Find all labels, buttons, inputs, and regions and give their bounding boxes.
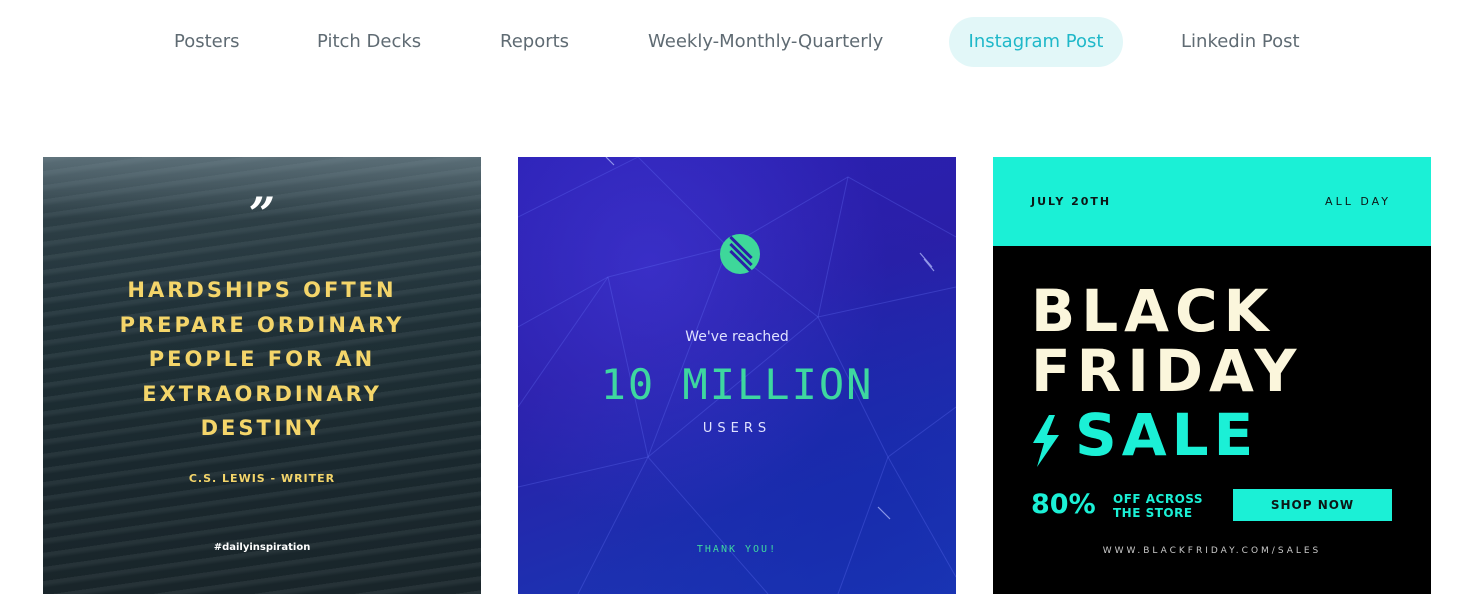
offer-line: THE STORE <box>1113 506 1193 520</box>
tab-reports[interactable]: Reports <box>500 17 569 67</box>
template-card-black-friday[interactable]: JULY 20TH ALL DAY BLACK FRIDAY SALE 80% … <box>993 157 1431 594</box>
milestone-unit: USERS <box>702 421 772 436</box>
headline-line: FRIDAY <box>1031 337 1303 405</box>
sale-duration: ALL DAY <box>1325 195 1391 208</box>
sale-word: SALE <box>1075 401 1259 469</box>
quote-line: HARDSHIPS OFTEN <box>127 278 397 302</box>
offer-line: OFF ACROSS <box>1113 492 1204 506</box>
discount-description: OFF ACROSS THE STORE <box>1113 492 1203 520</box>
template-card-milestone[interactable]: We've reached 10 MILLION USERS THANK YOU… <box>518 157 956 594</box>
milestone-thanks: THANK YOU! <box>696 544 778 555</box>
tab-posters[interactable]: Posters <box>174 17 240 67</box>
quote-line: PEOPLE FOR AN <box>148 347 376 371</box>
sale-date: JULY 20TH <box>1031 195 1112 208</box>
quote-author: C.S. LEWIS - WRITER <box>188 472 336 485</box>
milestone-intro: We've reached <box>685 329 789 345</box>
quote-text: HARDSHIPS OFTEN PREPARE ORDINARY PEOPLE … <box>43 273 481 446</box>
quote-mark-icon: ” <box>248 187 276 241</box>
sale-headline: BLACK FRIDAY <box>1031 281 1302 401</box>
quote-line: EXTRAORDINARY <box>142 381 382 406</box>
lightning-bolt-icon <box>1033 415 1059 467</box>
headline-line: BLACK <box>1031 277 1275 345</box>
quote-hashtag: #dailyinspiration <box>213 542 311 553</box>
tab-pitch-decks[interactable]: Pitch Decks <box>317 17 421 67</box>
template-card-quote[interactable]: ” HARDSHIPS OFTEN PREPARE ORDINARY PEOPL… <box>43 157 481 594</box>
tab-weekly-monthly-quarterly[interactable]: Weekly-Monthly-Quarterly <box>648 17 883 67</box>
quote-line: DESTINY <box>200 416 324 440</box>
tab-linkedin-post[interactable]: Linkedin Post <box>1181 17 1300 67</box>
quote-line: PREPARE ORDINARY <box>119 312 405 337</box>
template-category-tabs: Posters Pitch Decks Reports Weekly-Month… <box>0 17 1477 67</box>
shop-now-button[interactable]: SHOP NOW <box>1233 489 1392 521</box>
sale-url: WWW.BLACKFRIDAY.COM/SALES <box>1102 546 1322 556</box>
milestone-number: 10 MILLION <box>600 360 874 409</box>
tab-instagram-post[interactable]: Instagram Post <box>949 17 1123 67</box>
discount-percent: 80% <box>1031 489 1096 520</box>
brand-logo-icon <box>720 234 760 274</box>
